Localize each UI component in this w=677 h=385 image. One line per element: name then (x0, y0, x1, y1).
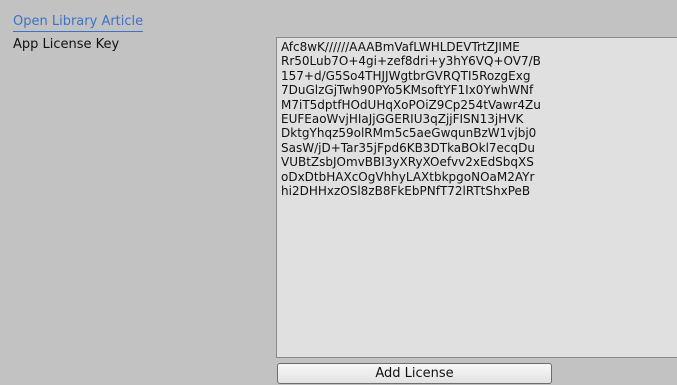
license-panel: Open Library Article App License Key Afc… (0, 0, 677, 385)
license-key-value: Afc8wK//////AAABmVafLWHLDEVTrtZJIME Rr50… (281, 40, 541, 199)
add-license-button[interactable]: Add License (277, 363, 552, 384)
open-library-article-link[interactable]: Open Library Article (13, 14, 144, 32)
license-key-textarea[interactable]: Afc8wK//////AAABmVafLWHLDEVTrtZJIME Rr50… (276, 37, 677, 358)
app-license-key-label: App License Key (13, 37, 120, 52)
